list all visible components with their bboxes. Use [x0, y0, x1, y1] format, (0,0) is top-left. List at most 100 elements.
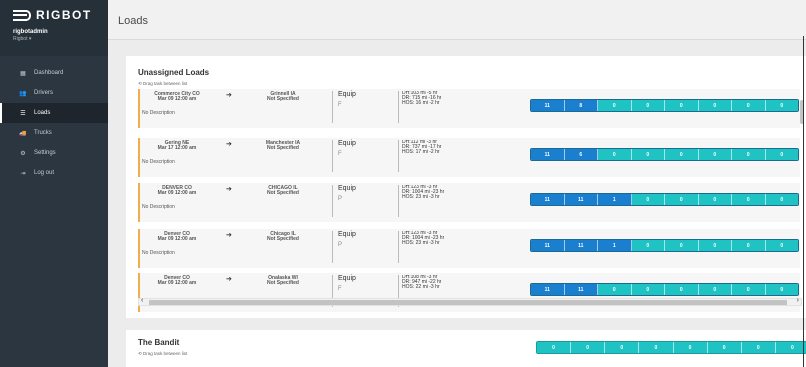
day-segment[interactable]: 1 — [598, 194, 632, 205]
scroll-left-icon[interactable]: ‹ — [141, 297, 143, 304]
equipment: Equip P — [332, 185, 392, 217]
route-stats: DH:103 mi -5 hr DR: 715 mi -16 hr HOS: 16 … — [398, 91, 441, 123]
gears-icon: ⚙ — [20, 150, 26, 157]
origin: DENVER CO Mar 09 12:00 am — [146, 186, 208, 196]
day-segment[interactable]: 0 — [537, 342, 572, 353]
arrow-right-icon: ➔ — [226, 186, 232, 193]
scroll-right-icon[interactable]: › — [797, 297, 799, 304]
sidebar-item-log-out[interactable]: ⇥ Log out — [0, 163, 108, 183]
day-segment[interactable]: 0 — [775, 342, 806, 353]
load-hours-bar: 11 11 1 0 0 0 0 0 — [530, 239, 799, 252]
day-segment[interactable]: 0 — [631, 194, 665, 205]
arrow-right-icon: ➔ — [226, 92, 232, 99]
sidebar-item-trucks[interactable]: 🚚 Trucks — [0, 123, 108, 143]
day-segment[interactable]: 0 — [665, 149, 699, 160]
sidebar-item-drivers[interactable]: 👥 Drivers — [0, 83, 108, 103]
day-segment[interactable]: 0 — [732, 284, 766, 295]
day-segment[interactable]: 0 — [598, 100, 632, 111]
rigbot-logo[interactable]: RIGBOT — [13, 8, 102, 22]
sidebar-item-loads[interactable]: ☰ Loads — [0, 103, 108, 123]
day-segment[interactable]: 0 — [665, 284, 699, 295]
day-segment[interactable]: 0 — [765, 149, 798, 160]
day-segment[interactable]: 0 — [598, 149, 632, 160]
day-segment[interactable]: 0 — [732, 194, 766, 205]
day-segment[interactable]: 0 — [765, 240, 798, 251]
unassigned-loads-panel: Unassigned Loads ⟲ Drag task between lis… — [126, 56, 806, 318]
day-segment[interactable]: 0 — [698, 194, 732, 205]
equip-type: F — [338, 151, 342, 157]
destination: CHICAGO IL Not Specified — [256, 186, 310, 196]
day-segment[interactable]: 11 — [531, 284, 565, 295]
equip-type: F — [338, 102, 342, 108]
day-segment[interactable]: 0 — [765, 100, 798, 111]
equip-label: Equip — [338, 140, 356, 147]
day-segment[interactable]: 0 — [765, 284, 798, 295]
sidebar-item-label: Loads — [34, 110, 51, 116]
sidebar-item-settings[interactable]: ⚙ Settings — [0, 143, 108, 163]
day-segment[interactable]: 6 — [564, 149, 598, 160]
day-segment[interactable]: 11 — [531, 149, 565, 160]
arrow-right-icon: ➔ — [226, 232, 232, 239]
day-segment[interactable]: 11 — [564, 284, 598, 295]
day-segment[interactable]: 0 — [605, 342, 640, 353]
day-segment[interactable]: 11 — [564, 240, 598, 251]
day-segment[interactable]: 0 — [732, 100, 766, 111]
org-switcher[interactable]: Rigbot ▾ — [13, 36, 102, 42]
day-segment[interactable]: 0 — [571, 342, 606, 353]
day-segment[interactable]: 0 — [665, 240, 699, 251]
day-segment[interactable]: 11 — [531, 194, 565, 205]
day-segment[interactable]: 11 — [531, 240, 565, 251]
load-row[interactable]: Gering NE Mar 17 12:00 am ➔ Manchester IA No… — [138, 138, 800, 177]
equip-type: P — [338, 196, 343, 202]
day-segment[interactable]: 0 — [741, 342, 776, 353]
arrow-right-icon: ➔ — [226, 276, 232, 283]
day-segment[interactable]: 0 — [631, 284, 665, 295]
day-segment[interactable]: 11 — [564, 194, 598, 205]
day-segment[interactable]: 0 — [598, 284, 632, 295]
load-row[interactable]: Denver CO Mar 09 12:00 am ➔ Chicago IL Not S… — [138, 229, 800, 268]
hos-stat: HOS: 23 mi -3 hr — [402, 240, 440, 246]
sidebar-item-label: Log out — [34, 170, 55, 176]
day-segment[interactable]: 0 — [631, 100, 665, 111]
origin: Denver CO Mar 09 12:00 am — [146, 232, 208, 242]
load-row[interactable]: Commerce City CO Mar 09 12:00 am ➔ Grinnell… — [138, 89, 800, 128]
day-segment[interactable]: 0 — [698, 100, 732, 111]
list-icon: ☰ — [20, 110, 26, 117]
day-segment[interactable]: 0 — [707, 342, 742, 353]
equipment: Equip P — [332, 231, 392, 263]
day-segment[interactable]: 0 — [665, 100, 699, 111]
sidebar: RIGBOT rigbotadmin Rigbot ▾ ▦ Dashboard 👥 D… — [0, 0, 108, 367]
day-segment[interactable]: 0 — [673, 342, 708, 353]
route-stats: DH:112 mi -3 hr DR: 737 mi -17 hr HOS: 17 … — [398, 140, 441, 172]
day-segment[interactable]: 0 — [665, 194, 699, 205]
load-row[interactable]: DENVER CO Mar 09 12:00 am ➔ CHICAGO IL Not S… — [138, 183, 800, 222]
horizontal-scrollbar-thumb[interactable] — [149, 300, 787, 305]
day-segment[interactable]: 0 — [631, 240, 665, 251]
horizontal-scrollbar[interactable]: ‹ › — [138, 297, 802, 306]
day-segment[interactable]: 0 — [698, 284, 732, 295]
day-segment[interactable]: 0 — [732, 149, 766, 160]
load-hours-bar: 11 8 0 0 0 0 0 0 — [530, 99, 799, 112]
logout-icon: ⇥ — [20, 170, 26, 177]
day-segment[interactable]: 0 — [639, 342, 674, 353]
day-segment[interactable]: 0 — [698, 149, 732, 160]
destination-time: Not Specified — [267, 236, 299, 242]
equip-type: F — [338, 286, 342, 292]
sidebar-item-dashboard[interactable]: ▦ Dashboard — [0, 63, 108, 83]
day-segment[interactable]: 1 — [598, 240, 632, 251]
hos-stat: HOS: 23 mi -3 hr — [402, 194, 440, 200]
day-segment[interactable]: 0 — [765, 194, 798, 205]
day-segment[interactable]: 0 — [631, 149, 665, 160]
day-segment[interactable]: 11 — [531, 100, 565, 111]
load-description: No Description — [142, 110, 175, 116]
origin: Denver CO Mar 09 12:00 am — [146, 276, 208, 286]
logo-text: RIGBOT — [36, 8, 92, 22]
day-segment[interactable]: 0 — [732, 240, 766, 251]
rigbot-logo-icon — [13, 9, 31, 21]
grid-icon: ▦ — [20, 70, 26, 77]
equipment: Equip F — [332, 91, 392, 123]
day-segment[interactable]: 8 — [564, 100, 598, 111]
load-row[interactable]: Denver CO Mar 09 12:00 am ➔ Onalaska WI Not … — [138, 273, 800, 312]
day-segment[interactable]: 0 — [698, 240, 732, 251]
destination: Manchester IA Not Specified — [256, 141, 310, 151]
